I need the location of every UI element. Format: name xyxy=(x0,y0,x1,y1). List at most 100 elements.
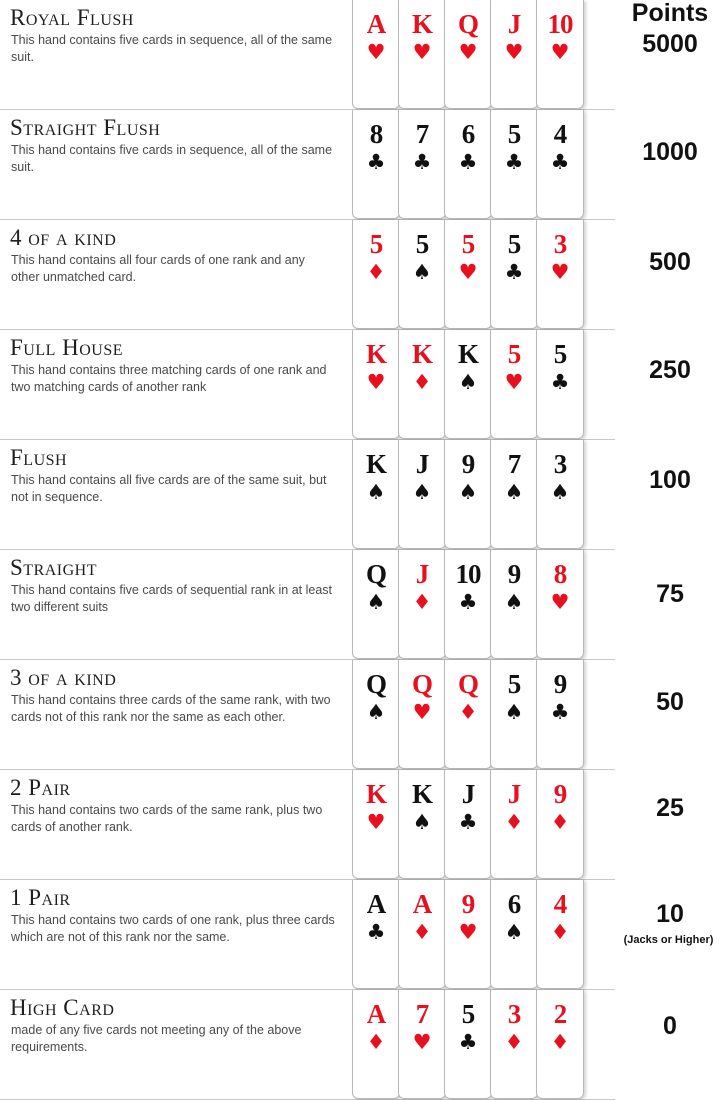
playing-card: A ♦ xyxy=(398,880,446,989)
card-group: K ♥ K ♦ K ♠ 5 ♥ 5 ♣ xyxy=(352,330,614,440)
playing-card: A ♣ xyxy=(352,880,400,989)
diamond-suit-icon: ♦ xyxy=(550,920,570,944)
card-rank: 5 xyxy=(507,119,522,149)
diamond-suit-icon: ♦ xyxy=(504,810,524,834)
card-rank: K xyxy=(411,9,433,39)
hand-description: This hand contains all four cards of one… xyxy=(11,253,305,284)
card-group: A ♦ 7 ♥ 5 ♣ 3 ♦ 2 ♦ xyxy=(352,990,614,1100)
hand-name: 4 of a kind xyxy=(10,225,117,250)
card-rank: K xyxy=(365,779,387,809)
hand-row: Full House This hand contains three match… xyxy=(0,330,725,440)
heart-suit-icon: ♥ xyxy=(412,1030,432,1054)
card-rank: 3 xyxy=(553,449,568,479)
spade-suit-icon: ♠ xyxy=(412,480,432,504)
card-rank: 3 xyxy=(553,229,568,259)
points-value: 5000 xyxy=(642,30,698,58)
card-rank: K xyxy=(365,449,387,479)
card-rank: 5 xyxy=(461,229,476,259)
playing-card: 5 ♥ xyxy=(444,220,492,329)
card-rank: K xyxy=(411,779,433,809)
playing-card: 10 ♥ xyxy=(536,0,584,109)
card-rank: Q xyxy=(365,669,387,699)
club-suit-icon: ♣ xyxy=(504,150,524,174)
diamond-suit-icon: ♦ xyxy=(412,590,432,614)
playing-card: J ♠ xyxy=(398,440,446,549)
club-suit-icon: ♣ xyxy=(550,370,570,394)
playing-card: 9 ♠ xyxy=(444,440,492,549)
hand-row: High Card made of any five cards not meet… xyxy=(0,990,725,1100)
playing-card: 6 ♣ xyxy=(444,110,492,219)
playing-card: Q ♥ xyxy=(398,660,446,769)
card-rank: 7 xyxy=(415,999,430,1029)
spade-suit-icon: ♠ xyxy=(504,480,524,504)
card-group: K ♠ J ♠ 9 ♠ 7 ♠ 3 ♠ xyxy=(352,440,614,550)
spade-suit-icon: ♠ xyxy=(366,480,386,504)
club-suit-icon: ♣ xyxy=(504,260,524,284)
playing-card: 3 ♠ xyxy=(536,440,584,549)
card-rank: K xyxy=(365,339,387,369)
spade-suit-icon: ♠ xyxy=(504,700,524,724)
club-suit-icon: ♣ xyxy=(458,150,478,174)
card-rank: J xyxy=(507,779,522,809)
playing-card: Q ♠ xyxy=(352,660,400,769)
card-rank: 3 xyxy=(507,999,522,1029)
playing-card: K ♠ xyxy=(444,330,492,439)
playing-card: 5 ♦ xyxy=(352,220,400,329)
playing-card: K ♠ xyxy=(398,770,446,879)
heart-suit-icon: ♥ xyxy=(458,260,478,284)
club-suit-icon: ♣ xyxy=(458,590,478,614)
hand-description: This hand contains five cards in sequenc… xyxy=(11,33,333,64)
diamond-suit-icon: ♦ xyxy=(412,920,432,944)
card-group: A ♥ K ♥ Q ♥ J ♥ 10 ♥ xyxy=(352,0,614,110)
playing-card: K ♦ xyxy=(398,330,446,439)
playing-card: 2 ♦ xyxy=(536,990,584,1099)
playing-card: K ♥ xyxy=(352,330,400,439)
points-value: 25 xyxy=(656,794,684,822)
playing-card: K ♥ xyxy=(352,770,400,879)
card-rank: 5 xyxy=(507,669,522,699)
card-rank: 5 xyxy=(507,229,522,259)
diamond-suit-icon: ♦ xyxy=(504,1030,524,1054)
playing-card: A ♦ xyxy=(352,990,400,1099)
playing-card: 9 ♠ xyxy=(490,550,538,659)
card-rank: 4 xyxy=(553,119,568,149)
playing-card: A ♥ xyxy=(352,0,400,109)
card-rank: J xyxy=(415,559,430,589)
card-rank: A xyxy=(366,999,387,1029)
card-rank: 9 xyxy=(461,889,476,919)
card-rank: 6 xyxy=(507,889,522,919)
points-value: 50 xyxy=(656,688,684,716)
diamond-suit-icon: ♦ xyxy=(366,1030,386,1054)
hand-description: This hand contains five cards of sequent… xyxy=(11,583,333,614)
points-value: 75 xyxy=(656,580,684,608)
playing-card: 4 ♦ xyxy=(536,880,584,989)
club-suit-icon: ♣ xyxy=(366,920,386,944)
card-rank: 9 xyxy=(553,669,568,699)
card-rank: 10 xyxy=(547,9,574,39)
hand-name: Flush xyxy=(10,445,68,470)
points-value: 1000 xyxy=(642,138,698,166)
card-rank: 5 xyxy=(507,339,522,369)
playing-card: 5 ♠ xyxy=(398,220,446,329)
card-group: Q ♠ Q ♥ Q ♦ 5 ♠ 9 ♣ xyxy=(352,660,614,770)
playing-card: 10 ♣ xyxy=(444,550,492,659)
card-rank: 7 xyxy=(415,119,430,149)
playing-card: 9 ♣ xyxy=(536,660,584,769)
hand-name: High Card xyxy=(10,995,115,1020)
card-rank: Q xyxy=(457,669,479,699)
spade-suit-icon: ♠ xyxy=(458,480,478,504)
card-rank: Q xyxy=(365,559,387,589)
card-group: K ♥ K ♠ J ♣ J ♦ 9 ♦ xyxy=(352,770,614,880)
playing-card: 3 ♥ xyxy=(536,220,584,329)
hand-description: This hand contains two cards of the same… xyxy=(11,803,323,834)
card-rank: Q xyxy=(411,669,433,699)
playing-card: Q ♥ xyxy=(444,0,492,109)
playing-card: 3 ♦ xyxy=(490,990,538,1099)
card-rank: A xyxy=(366,9,387,39)
card-rank: 9 xyxy=(507,559,522,589)
club-suit-icon: ♣ xyxy=(458,1030,478,1054)
hand-name: 3 of a kind xyxy=(10,665,117,690)
club-suit-icon: ♣ xyxy=(550,150,570,174)
heart-suit-icon: ♥ xyxy=(550,40,570,64)
card-rank: 5 xyxy=(415,229,430,259)
